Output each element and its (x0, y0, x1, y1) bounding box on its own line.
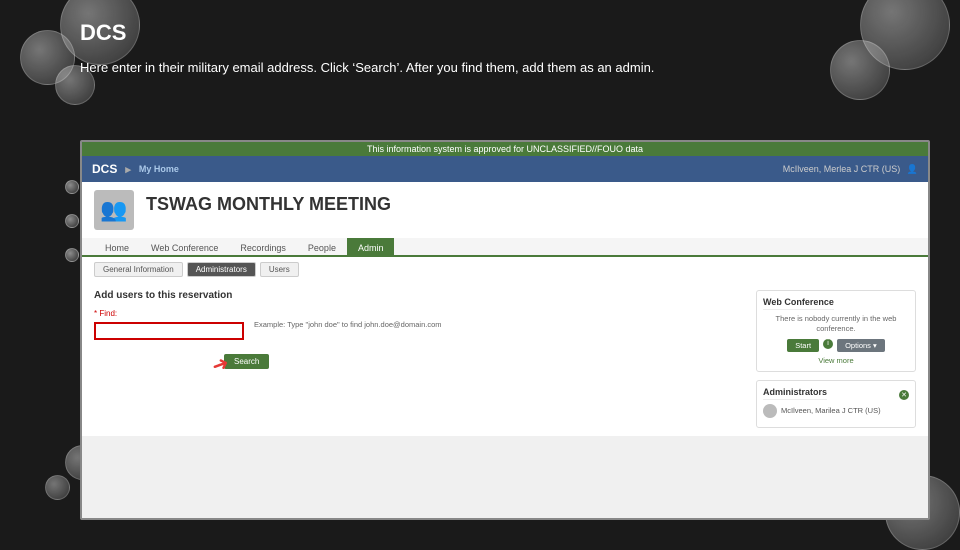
tab-recordings[interactable]: Recordings (229, 238, 297, 257)
tab-people[interactable]: People (297, 238, 347, 257)
view-more-link[interactable]: View more (763, 356, 909, 365)
subtab-administrators[interactable]: Administrators (187, 262, 256, 277)
panel-buttons: Start i Options ▾ (763, 339, 909, 352)
app-name: DCS (92, 162, 117, 176)
meeting-avatar: 👥 (94, 190, 134, 230)
web-conf-status: There is nobody currently in the web con… (763, 314, 909, 334)
options-button[interactable]: Options ▾ (837, 339, 885, 352)
main-layout: Add users to this reservation * Find: Ex… (82, 282, 928, 436)
info-icon[interactable]: i (823, 339, 833, 349)
bullet-dot (65, 248, 79, 262)
app-banner: This information system is approved for … (82, 142, 928, 156)
start-button[interactable]: Start (787, 339, 819, 352)
find-input[interactable] (94, 322, 244, 340)
administrators-panel: Administrators ✕ McIlveen, Marilea J CTR… (756, 380, 916, 428)
bullet-dot (65, 214, 79, 228)
app-header: DCS ▸ My Home McIlveen, Merlea J CTR (US… (82, 156, 928, 182)
search-button[interactable]: Search (224, 354, 269, 369)
subtab-users[interactable]: Users (260, 262, 299, 277)
web-conf-title: Web Conference (763, 297, 834, 310)
avatar-icon: 👥 (100, 197, 127, 223)
slide-title: DCS (80, 20, 940, 46)
user-icon: 👤 (907, 164, 918, 174)
app-header-right: McIlveen, Merlea J CTR (US) 👤 (783, 164, 918, 175)
form-hint: Example: Type "john doe" to find john.do… (254, 320, 442, 329)
web-conference-panel: Web Conference There is nobody currently… (756, 290, 916, 372)
find-label: * Find: (94, 309, 244, 318)
meeting-title: TSWAG MONTHLY MEETING (146, 194, 391, 215)
admin-item: McIlveen, Marilea J CTR (US) (763, 404, 909, 418)
panel-header: Web Conference (763, 297, 909, 314)
admins-title: Administrators (763, 387, 827, 400)
bubble-decoration (45, 475, 70, 500)
right-panel: Web Conference There is nobody currently… (756, 290, 916, 428)
bullet-list (65, 180, 79, 262)
bullet-dot (65, 180, 79, 194)
tab-home[interactable]: Home (94, 238, 140, 257)
tab-admin[interactable]: Admin (347, 238, 395, 257)
meeting-area: 👥 TSWAG MONTHLY MEETING (82, 182, 928, 238)
admins-panel-header: Administrators ✕ (763, 387, 909, 404)
screenshot-frame: This information system is approved for … (80, 140, 930, 520)
subtab-general[interactable]: General Information (94, 262, 183, 277)
slide-description: Here enter in their military email addre… (80, 58, 760, 79)
separator: ▸ (125, 163, 131, 176)
admins-info-icon[interactable]: ✕ (899, 390, 909, 400)
left-panel: Add users to this reservation * Find: Ex… (94, 290, 744, 428)
admin-avatar (763, 404, 777, 418)
form-section-title: Add users to this reservation (94, 290, 744, 301)
admin-name: McIlveen, Marilea J CTR (US) (781, 406, 881, 415)
app-header-left: DCS ▸ My Home (92, 162, 179, 176)
nav-tabs: Home Web Conference Recordings People Ad… (82, 238, 928, 257)
form-row: * Find: Example: Type "john doe" to find… (94, 309, 744, 340)
meeting-info: TSWAG MONTHLY MEETING (146, 190, 391, 215)
user-display: McIlveen, Merlea J CTR (US) (783, 164, 901, 174)
sub-tabs: General Information Administrators Users (82, 257, 928, 282)
tab-web-conference[interactable]: Web Conference (140, 238, 229, 257)
home-link[interactable]: My Home (139, 164, 179, 174)
